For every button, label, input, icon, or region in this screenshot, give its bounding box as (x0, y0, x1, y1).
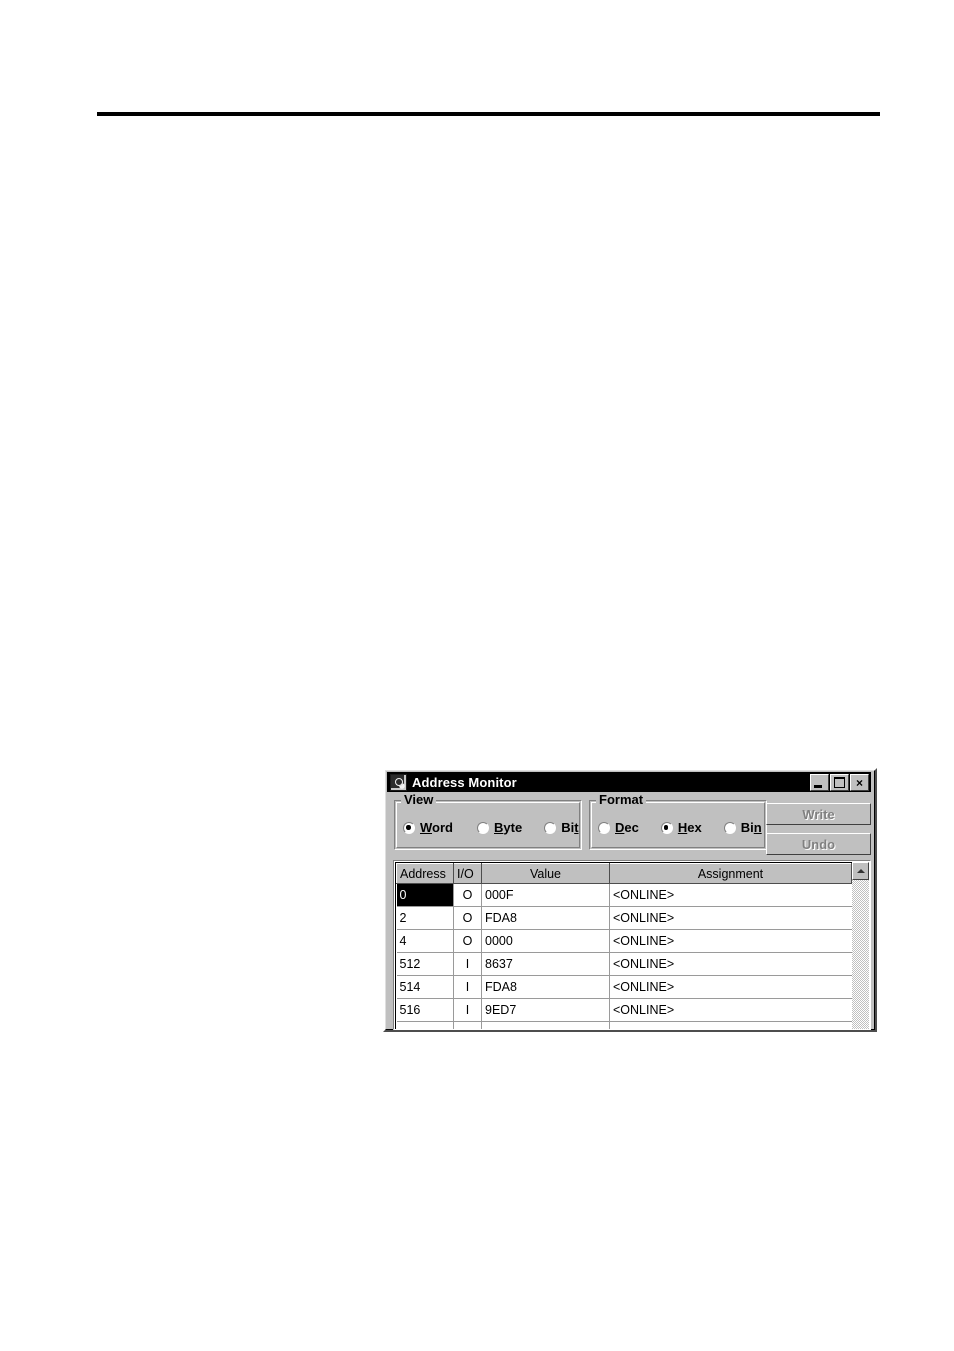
cell-address[interactable]: 514 (396, 975, 454, 999)
cell-value[interactable]: FDA8 (481, 906, 610, 930)
triangle-up-icon[interactable] (852, 862, 869, 880)
cell-io[interactable] (453, 1021, 482, 1029)
cell-address[interactable] (396, 1021, 454, 1029)
table-row[interactable]: 0 O 000F <ONLINE> (396, 883, 852, 907)
table-body: 0 O 000F <ONLINE> 2 O FDA8 <ONLINE> 4 O (396, 883, 852, 1029)
address-monitor-window: Address Monitor × View Word Byte Bit For… (383, 768, 877, 1032)
table-row[interactable]: 514 I FDA8 <ONLINE> (396, 975, 852, 999)
cell-assignment[interactable]: <ONLINE> (609, 952, 852, 976)
radio-view-byte-label: Byte (494, 820, 523, 835)
maximize-button[interactable] (830, 773, 849, 791)
close-button[interactable]: × (850, 773, 869, 791)
cell-value[interactable]: 9ED7 (481, 998, 610, 1022)
radio-format-dec[interactable]: Dec (598, 821, 639, 835)
window-titlebar[interactable]: Address Monitor × (387, 772, 871, 792)
cell-address[interactable]: 2 (396, 906, 454, 930)
radio-selected-icon (403, 822, 415, 834)
radio-unselected-icon (544, 822, 557, 834)
radio-view-word-label: Word (420, 820, 453, 835)
cell-assignment[interactable]: <ONLINE> (609, 975, 852, 999)
address-monitor-grid: Address I/O Value Assignment 0 O 000F <O… (393, 860, 871, 1030)
format-radio-row: Dec Hex Bin (598, 821, 762, 835)
grid-viewport[interactable]: Address I/O Value Assignment 0 O 000F <O… (395, 862, 869, 1029)
view-groupbox-legend: View (401, 793, 437, 807)
radio-format-dec-label: Dec (615, 820, 639, 835)
view-radio-row: Word Byte Bit (403, 820, 579, 835)
cell-value[interactable]: 8637 (481, 952, 610, 976)
cell-value[interactable]: 0000 (481, 929, 610, 953)
radio-unselected-icon (477, 822, 489, 834)
cell-address[interactable]: 0 (396, 883, 454, 907)
radio-format-bin-label: Bin (740, 820, 762, 835)
table-row[interactable]: 512 I 8637 <ONLINE> (396, 952, 852, 976)
minimize-button[interactable] (810, 773, 829, 791)
column-header-address[interactable]: Address (396, 863, 454, 884)
cell-assignment[interactable]: <ONLINE> (609, 883, 852, 907)
close-icon: × (855, 775, 863, 790)
grid-vertical-scrollbar[interactable] (852, 862, 869, 1029)
radio-unselected-icon (723, 822, 736, 834)
cell-address[interactable]: 516 (396, 998, 454, 1022)
cell-address[interactable]: 4 (396, 929, 454, 953)
write-button-label: Write (802, 806, 835, 822)
column-header-io[interactable]: I/O (453, 863, 482, 884)
table-row[interactable]: 516 I 9ED7 <ONLINE> (396, 998, 852, 1022)
cell-io[interactable]: O (453, 906, 482, 930)
table-row[interactable] (396, 1021, 852, 1029)
write-button[interactable]: Write (766, 803, 871, 825)
window-button-group: × (810, 773, 869, 791)
cell-io[interactable]: I (453, 998, 482, 1022)
cell-value[interactable] (481, 1021, 610, 1029)
radio-view-byte[interactable]: Byte (477, 821, 522, 835)
undo-button[interactable]: Undo (766, 833, 871, 855)
radio-view-bit[interactable]: Bit (544, 820, 579, 835)
radio-format-bin[interactable]: Bin (723, 820, 762, 835)
radio-view-bit-label: Bit (561, 820, 579, 835)
view-groupbox: View Word Byte Bit (394, 793, 582, 850)
radio-format-hex-label: Hex (677, 820, 702, 835)
cell-value[interactable]: FDA8 (481, 975, 610, 999)
cell-assignment[interactable]: <ONLINE> (609, 929, 852, 953)
cell-address[interactable]: 512 (396, 952, 454, 976)
undo-button-label: Undo (801, 836, 836, 852)
cell-assignment[interactable]: <ONLINE> (609, 998, 852, 1022)
cell-io[interactable]: I (453, 952, 482, 976)
format-groupbox-legend: Format (596, 793, 647, 807)
column-header-value[interactable]: Value (481, 863, 610, 884)
radio-unselected-icon (598, 822, 610, 834)
cell-assignment[interactable] (609, 1021, 852, 1029)
table-header-row: Address I/O Value Assignment (396, 863, 852, 884)
column-header-assignment[interactable]: Assignment (609, 863, 852, 884)
cell-io[interactable]: O (453, 883, 482, 907)
address-table: Address I/O Value Assignment 0 O 000F <O… (396, 863, 852, 1029)
radio-selected-icon (660, 822, 673, 834)
radio-format-hex[interactable]: Hex (660, 820, 702, 835)
page-header-rule (97, 112, 880, 116)
cell-io[interactable]: I (453, 975, 482, 999)
radio-view-word[interactable]: Word (403, 821, 453, 835)
window-title: Address Monitor (412, 774, 517, 790)
cell-io[interactable]: O (453, 929, 482, 953)
magnifier-document-icon (390, 773, 407, 791)
table-row[interactable]: 2 O FDA8 <ONLINE> (396, 906, 852, 930)
table-row[interactable]: 4 O 0000 <ONLINE> (396, 929, 852, 953)
cell-value[interactable]: 000F (481, 883, 610, 907)
cell-assignment[interactable]: <ONLINE> (609, 906, 852, 930)
format-groupbox: Format Dec Hex Bin (589, 793, 767, 850)
